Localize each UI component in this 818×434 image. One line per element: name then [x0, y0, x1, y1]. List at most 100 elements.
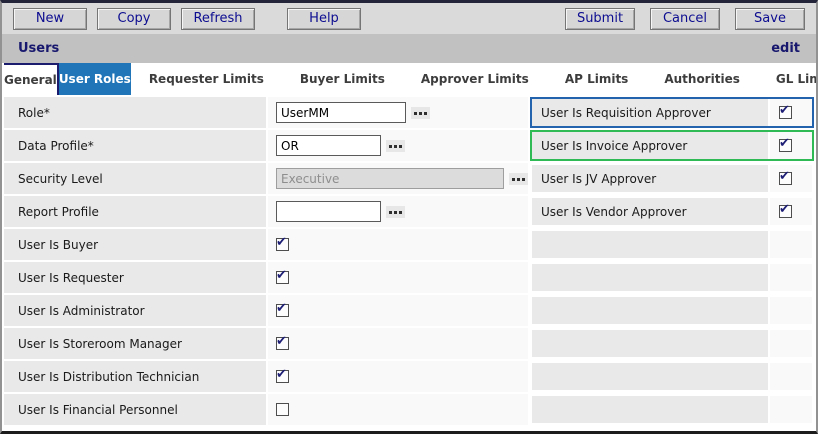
- empty-value-cell: [770, 264, 812, 291]
- empty-row: [530, 328, 814, 359]
- user-is-financial-personnel-checkbox[interactable]: [276, 403, 289, 416]
- empty-label-cell: [532, 330, 768, 357]
- copy-button[interactable]: Copy: [97, 8, 171, 30]
- empty-label-cell: [532, 396, 768, 423]
- submit-button[interactable]: Submit: [565, 8, 635, 30]
- report-profile-input[interactable]: [276, 201, 381, 222]
- security-level-label: Security Level: [4, 163, 266, 194]
- user-is-administrator-value-cell: [268, 295, 528, 326]
- tab-requester-limits[interactable]: Requester Limits: [131, 63, 282, 95]
- role-lookup-button[interactable]: [411, 107, 430, 119]
- empty-value-cell: [770, 363, 812, 390]
- report-profile-value-cell: [268, 196, 528, 227]
- form-row: User Is Administrator: [4, 295, 816, 326]
- user-is-requisition-approver-label: User Is Requisition Approver: [532, 99, 768, 126]
- user-is-buyer-label: User Is Buyer: [4, 229, 266, 260]
- user-is-distribution-technician-value-cell: [268, 361, 528, 392]
- help-button[interactable]: Help: [287, 8, 361, 30]
- report-profile-lookup-button[interactable]: [386, 206, 405, 218]
- tab-ap-limits[interactable]: AP Limits: [547, 63, 647, 95]
- report-profile-label: Report Profile: [4, 196, 266, 227]
- user-is-requester-label: User Is Requester: [4, 262, 266, 293]
- user-is-financial-personnel-value-cell: [268, 394, 528, 425]
- role-value-cell: [268, 97, 528, 128]
- empty-row: [530, 361, 814, 392]
- user-is-distribution-technician-checkbox[interactable]: [276, 370, 289, 383]
- user-is-requester-checkbox[interactable]: [276, 271, 289, 284]
- user-is-invoice-approver-checkbox[interactable]: [779, 139, 792, 152]
- user-is-buyer-checkbox[interactable]: [276, 238, 289, 251]
- user-is-requester-value-cell: [268, 262, 528, 293]
- user-is-vendor-approver-checkbox[interactable]: [779, 205, 792, 218]
- tab-general[interactable]: General: [4, 63, 59, 95]
- data-profile-input[interactable]: [276, 135, 381, 156]
- form-row: Security Level User Is JV Approver: [4, 163, 816, 194]
- new-button[interactable]: New: [13, 8, 87, 30]
- user-is-jv-approver-row: User Is JV Approver: [530, 163, 814, 194]
- empty-label-cell: [532, 363, 768, 390]
- form-content: Role* User Is Requisition Approver Data Pr…: [2, 95, 816, 431]
- user-is-storeroom-manager-label: User Is Storeroom Manager: [4, 328, 266, 359]
- role-input[interactable]: [276, 102, 406, 123]
- cancel-button[interactable]: Cancel: [650, 8, 720, 30]
- empty-label-cell: [532, 297, 768, 324]
- users-window: New Copy Refresh Help Submit Cancel Save User…: [0, 0, 818, 434]
- user-is-invoice-approver-label: User Is Invoice Approver: [532, 132, 768, 159]
- user-is-invoice-approver-row: User Is Invoice Approver: [530, 130, 814, 161]
- tab-user-roles[interactable]: User Roles: [59, 63, 131, 95]
- user-is-administrator-checkbox[interactable]: [276, 304, 289, 317]
- form-row: Role* User Is Requisition Approver: [4, 97, 816, 128]
- form-row: User Is Financial Personnel: [4, 394, 816, 425]
- form-row: User Is Distribution Technician: [4, 361, 816, 392]
- user-is-vendor-approver-value-cell: [770, 198, 812, 225]
- user-is-jv-approver-value-cell: [770, 165, 812, 192]
- empty-value-cell: [770, 231, 812, 258]
- edit-link[interactable]: edit: [771, 41, 800, 56]
- user-is-buyer-value-cell: [268, 229, 528, 260]
- data-profile-label: Data Profile*: [4, 130, 266, 161]
- security-level-value-cell: [268, 163, 528, 194]
- user-is-requisition-approver-row: User Is Requisition Approver: [530, 97, 814, 128]
- empty-value-cell: [770, 330, 812, 357]
- security-level-input[interactable]: [276, 168, 504, 189]
- save-button[interactable]: Save: [735, 8, 805, 30]
- refresh-button[interactable]: Refresh: [181, 8, 255, 30]
- toolbar: New Copy Refresh Help Submit Cancel Save: [2, 3, 816, 34]
- data-profile-value-cell: [268, 130, 528, 161]
- security-level-lookup-button[interactable]: [509, 173, 528, 185]
- user-is-storeroom-manager-checkbox[interactable]: [276, 337, 289, 350]
- form-row: User Is Requester: [4, 262, 816, 293]
- user-is-jv-approver-label: User Is JV Approver: [532, 165, 768, 192]
- user-is-financial-personnel-label: User Is Financial Personnel: [4, 394, 266, 425]
- user-is-jv-approver-checkbox[interactable]: [779, 172, 792, 185]
- empty-row: [530, 229, 814, 260]
- user-is-distribution-technician-label: User Is Distribution Technician: [4, 361, 266, 392]
- empty-label-cell: [532, 264, 768, 291]
- user-is-storeroom-manager-value-cell: [268, 328, 528, 359]
- empty-value-cell: [770, 297, 812, 324]
- user-is-requisition-approver-value-cell: [770, 99, 812, 126]
- empty-label-cell: [532, 231, 768, 258]
- empty-row: [530, 394, 814, 425]
- form-row: Report Profile User Is Vendor Approver: [4, 196, 816, 227]
- tab-strip: GeneralUser RolesRequester LimitsBuyer L…: [2, 63, 816, 95]
- page-header: Users edit: [2, 34, 816, 63]
- empty-row: [530, 262, 814, 293]
- empty-value-cell: [770, 396, 812, 423]
- tab-gl-limits[interactable]: GL Limits: [758, 63, 818, 95]
- form-row: Data Profile* User Is Invoice Approver: [4, 130, 816, 161]
- empty-row: [530, 295, 814, 326]
- role-label: Role*: [4, 97, 266, 128]
- tab-approver-limits[interactable]: Approver Limits: [403, 63, 547, 95]
- user-is-invoice-approver-value-cell: [770, 132, 812, 159]
- form-row: User Is Storeroom Manager: [4, 328, 816, 359]
- tab-buyer-limits[interactable]: Buyer Limits: [282, 63, 403, 95]
- user-is-administrator-label: User Is Administrator: [4, 295, 266, 326]
- form-row: User Is Buyer: [4, 229, 816, 260]
- data-profile-lookup-button[interactable]: [386, 140, 405, 152]
- user-is-vendor-approver-label: User Is Vendor Approver: [532, 198, 768, 225]
- user-is-vendor-approver-row: User Is Vendor Approver: [530, 196, 814, 227]
- page-title: Users: [18, 41, 59, 56]
- user-is-requisition-approver-checkbox[interactable]: [779, 106, 792, 119]
- tab-authorities[interactable]: Authorities: [646, 63, 758, 95]
